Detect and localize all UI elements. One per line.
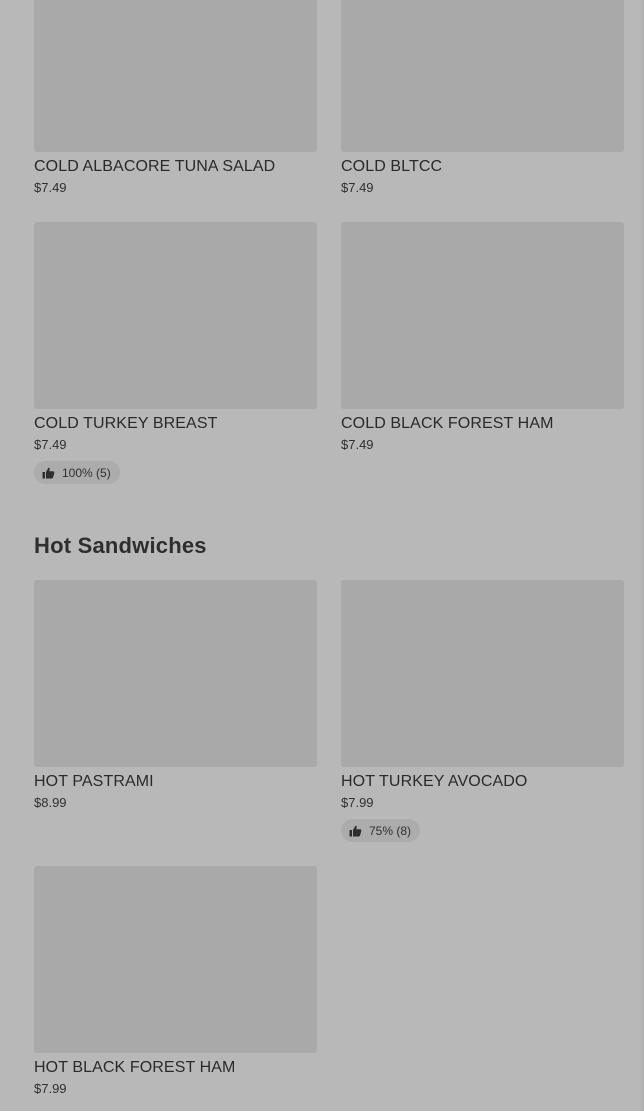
item-name: HOT TURKEY AVOCADO — [341, 773, 528, 790]
item-name: COLD BLACK FOREST HAM — [341, 415, 554, 432]
item-image-placeholder — [341, 222, 624, 409]
item-price: $7.49 — [34, 180, 67, 195]
item-name: HOT PASTRAMI — [34, 773, 154, 790]
rating-badge: 100% (5) — [34, 461, 120, 484]
menu-item-cold-albacore-tuna-salad[interactable]: COLD ALBACORE TUNA SALAD $7.49 — [34, 0, 317, 196]
menu-item-hot-pastrami[interactable]: HOT PASTRAMI $8.99 — [34, 580, 317, 811]
item-name: COLD ALBACORE TUNA SALAD — [34, 158, 276, 175]
item-image-placeholder — [34, 866, 317, 1053]
rating-text: 75% (8) — [369, 823, 412, 838]
section-title-hot-sandwiches: Hot Sandwiches — [34, 533, 207, 558]
thumbs-up-icon — [349, 825, 362, 836]
menu-item-cold-bltcc[interactable]: COLD BLTCC $7.49 — [341, 0, 624, 196]
rating-badge: 75% (8) — [341, 819, 421, 842]
item-price: $7.99 — [34, 1081, 67, 1096]
menu-item-hot-turkey-avocado[interactable]: HOT TURKEY AVOCADO $7.99 75% (8) — [341, 580, 624, 842]
item-image-placeholder — [341, 0, 624, 152]
item-name: COLD TURKEY BREAST — [34, 415, 218, 432]
item-price: $7.49 — [34, 437, 67, 452]
menu-item-cold-turkey-breast[interactable]: COLD TURKEY BREAST $7.49 100% (5) — [34, 222, 317, 484]
item-price: $7.99 — [341, 795, 374, 810]
item-image-placeholder — [34, 222, 317, 409]
menu-item-hot-black-forest-ham[interactable]: HOT BLACK FOREST HAM $7.99 — [34, 866, 317, 1097]
item-price: $7.49 — [341, 180, 374, 195]
menu-item-cold-black-forest-ham[interactable]: COLD BLACK FOREST HAM $7.49 — [341, 222, 624, 453]
item-image-placeholder — [341, 580, 624, 767]
item-price: $7.49 — [341, 437, 374, 452]
item-image-placeholder — [34, 580, 317, 767]
item-name: COLD BLTCC — [341, 158, 443, 175]
thumbs-up-icon — [42, 467, 55, 478]
rating-text: 100% (5) — [62, 465, 111, 480]
item-image-placeholder — [34, 0, 317, 152]
item-name: HOT BLACK FOREST HAM — [34, 1059, 236, 1076]
item-price: $8.99 — [34, 795, 67, 810]
menu-page: COLD ALBACORE TUNA SALAD $7.49 COLD BLTC… — [0, 0, 644, 1111]
scroll-edge-shadow — [640, 0, 644, 1111]
